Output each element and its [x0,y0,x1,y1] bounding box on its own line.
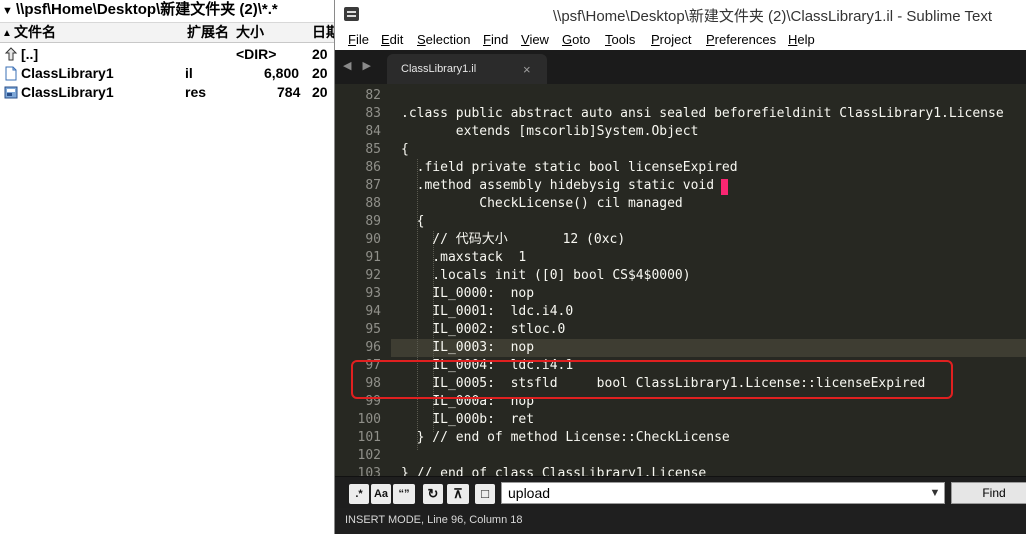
code-line: .field private static bool licenseExpire… [401,160,738,175]
tab-nav-arrows-icon[interactable]: ◀ ▶ [343,59,375,72]
cursor-marker [721,179,728,195]
sort-arrow-up-icon: ▲ [2,28,12,39]
line-number: 89 [365,214,381,229]
sublime-logo-icon [344,7,359,21]
code-line: { [401,214,425,229]
file-size: 784 [277,84,301,100]
code-line: .locals init ([0] bool CS$4$0000) [401,268,691,283]
line-number: 92 [365,268,381,283]
menu-tools[interactable]: Tools [605,31,635,49]
line-number: 100 [357,412,381,427]
menu-goto[interactable]: Goto [562,31,590,49]
find-button[interactable]: Find [951,482,1026,504]
line-number: 82 [365,88,381,103]
code-editor[interactable]: 82 83 84 85 86 87 88 89 90 91 92 93 94 95 96 97 98 99 100 1… [335,84,1026,476]
wrap-toggle-button[interactable]: ↻ [423,484,443,504]
menu-file[interactable]: File [348,31,369,49]
file-name: ClassLibrary1 [21,65,114,81]
file-size: <DIR> [236,46,277,62]
file-manager-panel: ▼ \\psf\Home\Desktop\新建文件夹 (2)\*.* ▲ 文件名 … [0,0,334,534]
code-line: // 代码大小 12 (0xc) [401,232,626,247]
line-number: 90 [365,232,381,247]
line-number: 102 [357,448,381,463]
menu-view[interactable]: View [521,31,549,49]
file-date: 20 [312,65,328,81]
line-number: 103 [357,466,381,476]
tab-bar: ◀ ▶ ClassLibrary1.il × [335,50,1026,84]
column-header-ext[interactable]: 扩展名 [187,23,229,42]
line-number: 93 [365,286,381,301]
line-number: 87 [365,178,381,193]
line-number: 94 [365,304,381,319]
file-date: 20 [312,84,328,100]
code-line: IL_0000: nop [401,286,535,301]
path-text: \\psf\Home\Desktop\新建文件夹 (2)\*.* [16,1,278,18]
code-line: .method assembly hidebysig static void [401,178,715,193]
close-icon[interactable]: × [523,62,531,77]
menu-preferences[interactable]: Preferences [706,31,776,49]
file-ext: res [185,84,207,100]
line-number: 91 [365,250,381,265]
whole-word-toggle-button[interactable]: “” [393,484,415,504]
code-line: .class public abstract auto ansi sealed … [401,106,1004,121]
menu-bar: File Edit Selection Find View Goto Tools… [335,30,1026,50]
code-line: CheckLicense() cil managed [401,196,683,211]
column-header-date[interactable]: 日期 [312,23,334,42]
in-selection-toggle-button[interactable]: ⊼ [447,484,469,504]
chevron-down-icon[interactable]: ▼ [925,482,945,504]
document-file-icon [5,66,17,81]
menu-find[interactable]: Find [483,31,508,49]
code-line: } // end of method License::CheckLicense [401,430,730,445]
find-input[interactable]: upload [501,482,945,504]
code-line: { [401,142,409,157]
line-number-gutter: 82 83 84 85 86 87 88 89 90 91 92 93 94 95 96 97 98 99 100 1… [335,84,391,476]
column-header-name[interactable]: 文件名 [14,23,56,42]
file-row-parent[interactable]: [..] <DIR> 20 [0,45,334,64]
window-title: \\psf\Home\Desktop\新建文件夹 (2)\ClassLibrar… [553,8,993,25]
menu-help[interactable]: Help [788,31,815,49]
line-number: 88 [365,196,381,211]
line-number: 84 [365,124,381,139]
file-name: ClassLibrary1 [21,84,114,100]
code-line: extends [mscorlib]System.Object [401,124,699,139]
code-line: IL_0002: stloc.0 [401,322,566,337]
file-ext: il [185,65,193,81]
line-number: 83 [365,106,381,121]
menu-selection[interactable]: Selection [417,31,470,49]
line-number: 96 [365,340,381,355]
annotation-highlight-box [351,360,953,399]
dropdown-arrow-icon[interactable]: ▼ [2,1,16,21]
tab-classlibrary1-il[interactable]: ClassLibrary1.il × [387,54,547,84]
line-number: 101 [357,430,381,445]
highlight-matches-toggle-button[interactable]: □ [475,484,495,504]
resource-file-icon [4,86,18,99]
title-bar: \\psf\Home\Desktop\新建文件夹 (2)\ClassLibrar… [335,0,1026,30]
code-line: IL_0003: nop [401,340,535,355]
menu-project[interactable]: Project [651,31,691,49]
column-header-row: ▲ 文件名 扩展名 大小 日期 [0,22,334,43]
regex-toggle-button[interactable]: .* [349,484,369,504]
file-row-il[interactable]: ClassLibrary1 il 6,800 20 [0,64,334,83]
line-number: 85 [365,142,381,157]
line-number: 95 [365,322,381,337]
file-size: 6,800 [264,65,300,81]
tab-label: ClassLibrary1.il [401,63,477,75]
menu-edit[interactable]: Edit [381,31,403,49]
column-header-size[interactable]: 大小 [236,23,264,42]
code-line: } // end of class ClassLibrary1.License [401,466,707,476]
code-line: IL_0001: ldc.i4.0 [401,304,574,319]
file-date: 20 [312,46,328,62]
find-panel: .* Aa “” ↻ ⊼ □ upload ▼ Find [335,476,1026,508]
file-row-res[interactable]: ClassLibrary1 res 784 20 [0,83,334,102]
code-line: IL_000b: ret [401,412,535,427]
sublime-text-window: \\psf\Home\Desktop\新建文件夹 (2)\ClassLibrar… [334,0,1026,534]
code-line: .maxstack 1 [401,250,527,265]
parent-folder-icon [4,47,18,61]
case-sensitive-toggle-button[interactable]: Aa [371,484,391,504]
file-name: [..] [21,46,39,62]
status-bar: INSERT MODE, Line 96, Column 18 [335,508,1026,534]
path-bar[interactable]: ▼ \\psf\Home\Desktop\新建文件夹 (2)\*.* [0,0,334,22]
line-number: 86 [365,160,381,175]
